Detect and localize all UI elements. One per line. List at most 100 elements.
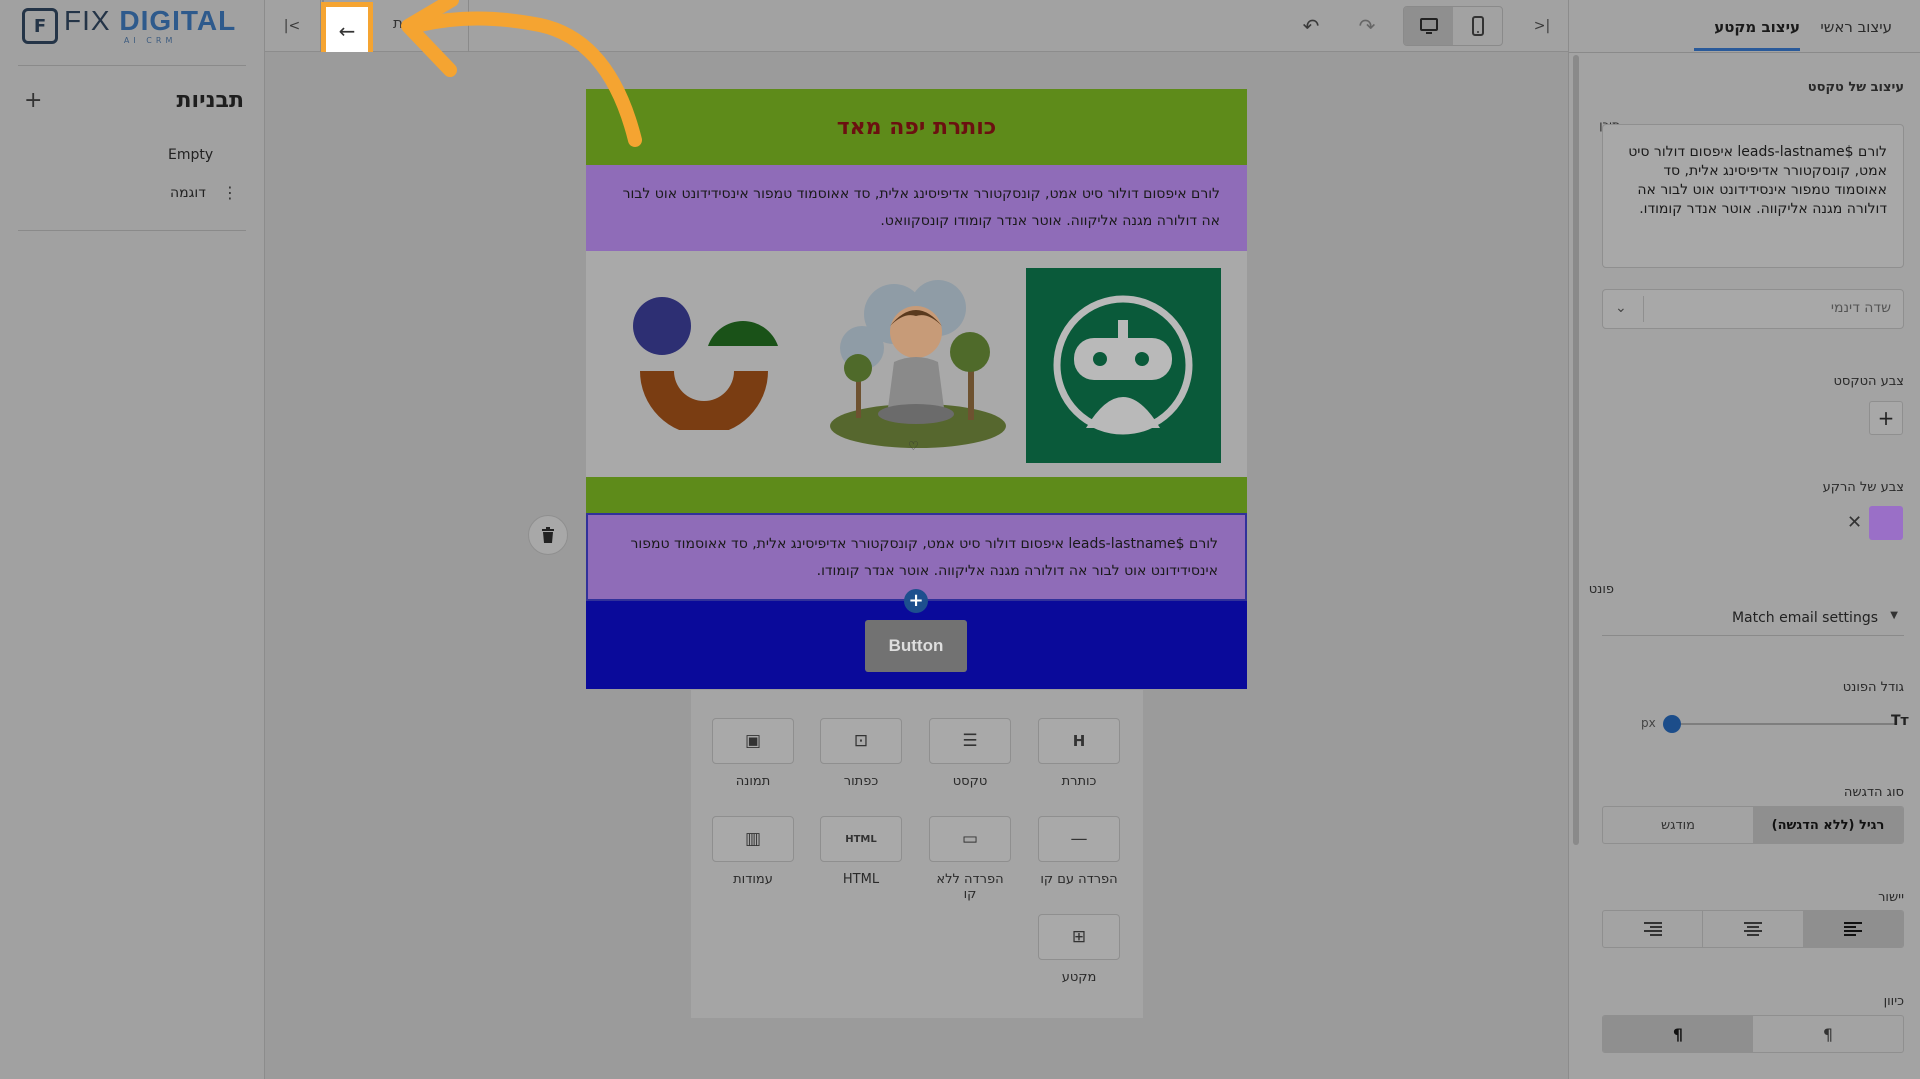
- meditating-boy-image[interactable]: [818, 268, 1010, 460]
- text-color-label: צבע הטקסט: [1833, 374, 1904, 389]
- block-label: טקסט: [952, 774, 988, 789]
- block-label: הפרדה ללא קו: [936, 872, 1004, 902]
- trash-icon: [542, 527, 554, 543]
- emphasis-label: סוג הדגשה: [1843, 785, 1904, 800]
- email-text-block-2-selected[interactable]: לורם $leads-lastname איפסום דולור סיט אמ…: [586, 513, 1247, 601]
- heading-icon: H: [1072, 732, 1086, 750]
- bg-color-swatch[interactable]: [1869, 506, 1903, 540]
- add-block-button[interactable]: +: [904, 589, 928, 613]
- block-label: תמונה: [735, 774, 771, 789]
- font-select-value: Match email settings: [1731, 610, 1878, 626]
- heart-icon: ♡: [908, 439, 919, 453]
- desktop-icon: [1419, 18, 1438, 34]
- block-tile-heading[interactable]: H: [1038, 718, 1120, 764]
- add-template-button[interactable]: +: [24, 88, 42, 113]
- block-tile-columns[interactable]: ▥: [712, 816, 794, 862]
- email-heading[interactable]: כותרת יפה מאד: [837, 115, 997, 140]
- email-divider-block[interactable]: [586, 477, 1247, 513]
- undo-icon[interactable]: ↶: [1293, 10, 1329, 42]
- html-icon: HTML: [845, 833, 877, 845]
- alignment-toggle: [1602, 910, 1904, 948]
- emphasis-bold-option[interactable]: מודגש: [1603, 807, 1753, 843]
- block-tile-text[interactable]: ☰: [929, 718, 1011, 764]
- properties-panel: עיצוב ראשי עיצוב מקטע עיצוב של טקסט תוכן…: [1568, 0, 1920, 1079]
- robot-icon-image[interactable]: [1026, 268, 1221, 463]
- divider: [18, 230, 246, 231]
- block-tile-image[interactable]: ▣: [712, 718, 794, 764]
- emphasis-toggle: מודגש רגיל (ללא הדגשה): [1602, 806, 1904, 844]
- templates-title: תבניות: [176, 88, 244, 113]
- block-tile-divider-line[interactable]: —: [1038, 816, 1120, 862]
- template-item-example[interactable]: דוגמה: [170, 185, 206, 201]
- content-textarea[interactable]: לורם $leads-lastname איפסום דולור סיט אמ…: [1602, 124, 1904, 268]
- delete-block-button[interactable]: [528, 515, 568, 555]
- clear-bg-color-icon[interactable]: ✕: [1847, 512, 1862, 533]
- direction-toggle: ¶ ¶: [1602, 1015, 1904, 1053]
- align-right-icon: [1643, 922, 1662, 936]
- abstract-shapes-image[interactable]: [626, 268, 788, 435]
- font-size-slider-thumb[interactable]: [1663, 715, 1681, 733]
- desktop-view-button[interactable]: [1404, 7, 1453, 45]
- collapse-left-icon[interactable]: |<: [277, 12, 307, 40]
- section-icon: ⊞: [1071, 927, 1087, 947]
- block-label: עמודות: [733, 872, 773, 887]
- text-size-icon: Tт: [1891, 713, 1909, 729]
- divider: [1643, 296, 1644, 322]
- dynamic-field-select[interactable]: ⌄ שדה דינמי: [1602, 289, 1904, 329]
- scrollbar[interactable]: [1573, 55, 1579, 845]
- email-text-block-1[interactable]: לורם איפסום דולור סיט אמט, קונסקטורר אדי…: [586, 165, 1247, 251]
- block-tile-spacer[interactable]: ▭: [929, 816, 1011, 862]
- email-cta-button[interactable]: Button: [865, 620, 967, 672]
- tab-section-design[interactable]: עיצוב מקטע: [1714, 18, 1800, 36]
- block-tile-section[interactable]: ⊞: [1038, 914, 1120, 960]
- px-unit: px: [1641, 716, 1656, 730]
- button-icon: ⊡: [853, 731, 869, 751]
- email-header-block[interactable]: כותרת יפה מאד: [586, 89, 1247, 165]
- templates-sidebar: F FIX DIGITAL AI CRM + תבניות Empty דוגמ…: [0, 0, 265, 1079]
- font-size-label: גודל הפונט: [1842, 680, 1904, 695]
- text-design-title: עיצוב של טקסט: [1807, 80, 1904, 95]
- redo-icon[interactable]: ↷: [1349, 10, 1385, 42]
- block-tile-button[interactable]: ⊡: [820, 718, 902, 764]
- caret-down-icon: ▼: [1890, 610, 1898, 621]
- divider: [1569, 52, 1920, 53]
- block-label: כותרת: [1061, 774, 1097, 789]
- emphasis-normal-option[interactable]: רגיל (ללא הדגשה): [1753, 807, 1903, 843]
- dynamic-field-placeholder: שדה דינמי: [1830, 300, 1891, 316]
- direction-rtl-button[interactable]: ¶: [1603, 1016, 1753, 1052]
- text-icon: ☰: [962, 731, 978, 751]
- font-select[interactable]: Match email settings ▼: [1602, 606, 1904, 636]
- divider-line-icon: —: [1070, 829, 1088, 849]
- text-color-add-button[interactable]: +: [1869, 401, 1903, 435]
- device-toggle: [1403, 6, 1503, 46]
- columns-icon: ▥: [744, 829, 762, 849]
- align-left-button[interactable]: [1803, 911, 1903, 947]
- block-tile-html[interactable]: HTML: [820, 816, 902, 862]
- mobile-icon: [1471, 16, 1484, 36]
- mobile-view-button[interactable]: [1453, 7, 1502, 45]
- template-menu-icon[interactable]: ⋮: [222, 183, 238, 202]
- align-right-button[interactable]: [1603, 911, 1704, 947]
- logo-mark: F: [22, 8, 58, 44]
- collapse-right-icon[interactable]: >|: [1527, 12, 1557, 40]
- font-size-slider-track[interactable]: [1665, 723, 1895, 725]
- direction-ltr-button[interactable]: ¶: [1753, 1016, 1903, 1052]
- tab-main-design[interactable]: עיצוב ראשי: [1820, 18, 1892, 36]
- align-left-icon: [1844, 922, 1863, 936]
- block-label: HTML: [842, 872, 880, 887]
- direction-label: כיוון: [1883, 994, 1904, 1009]
- brand-tagline: AI CRM: [123, 36, 177, 45]
- align-center-button[interactable]: [1703, 911, 1804, 947]
- template-item-empty[interactable]: Empty: [168, 147, 213, 163]
- spacer-icon: ▭: [961, 829, 979, 849]
- alignment-label: יישור: [1878, 890, 1904, 905]
- font-label: פונט: [1588, 582, 1614, 597]
- block-label: מקטע: [1061, 970, 1097, 985]
- image-icon: ▣: [744, 731, 762, 751]
- annotation-arrow: [401, 0, 642, 147]
- divider: [18, 65, 246, 66]
- brand-name-2: DIGITAL: [119, 5, 237, 36]
- email-images-row[interactable]: ♡: [586, 251, 1247, 477]
- block-palette: H כותרת ☰ טקסט ⊡ כפתור ▣ תמונה — הפרדה עם קו ▭ הפרד…: [691, 690, 1143, 1018]
- fix-digital-logo: F FIX DIGITAL AI CRM: [22, 6, 247, 46]
